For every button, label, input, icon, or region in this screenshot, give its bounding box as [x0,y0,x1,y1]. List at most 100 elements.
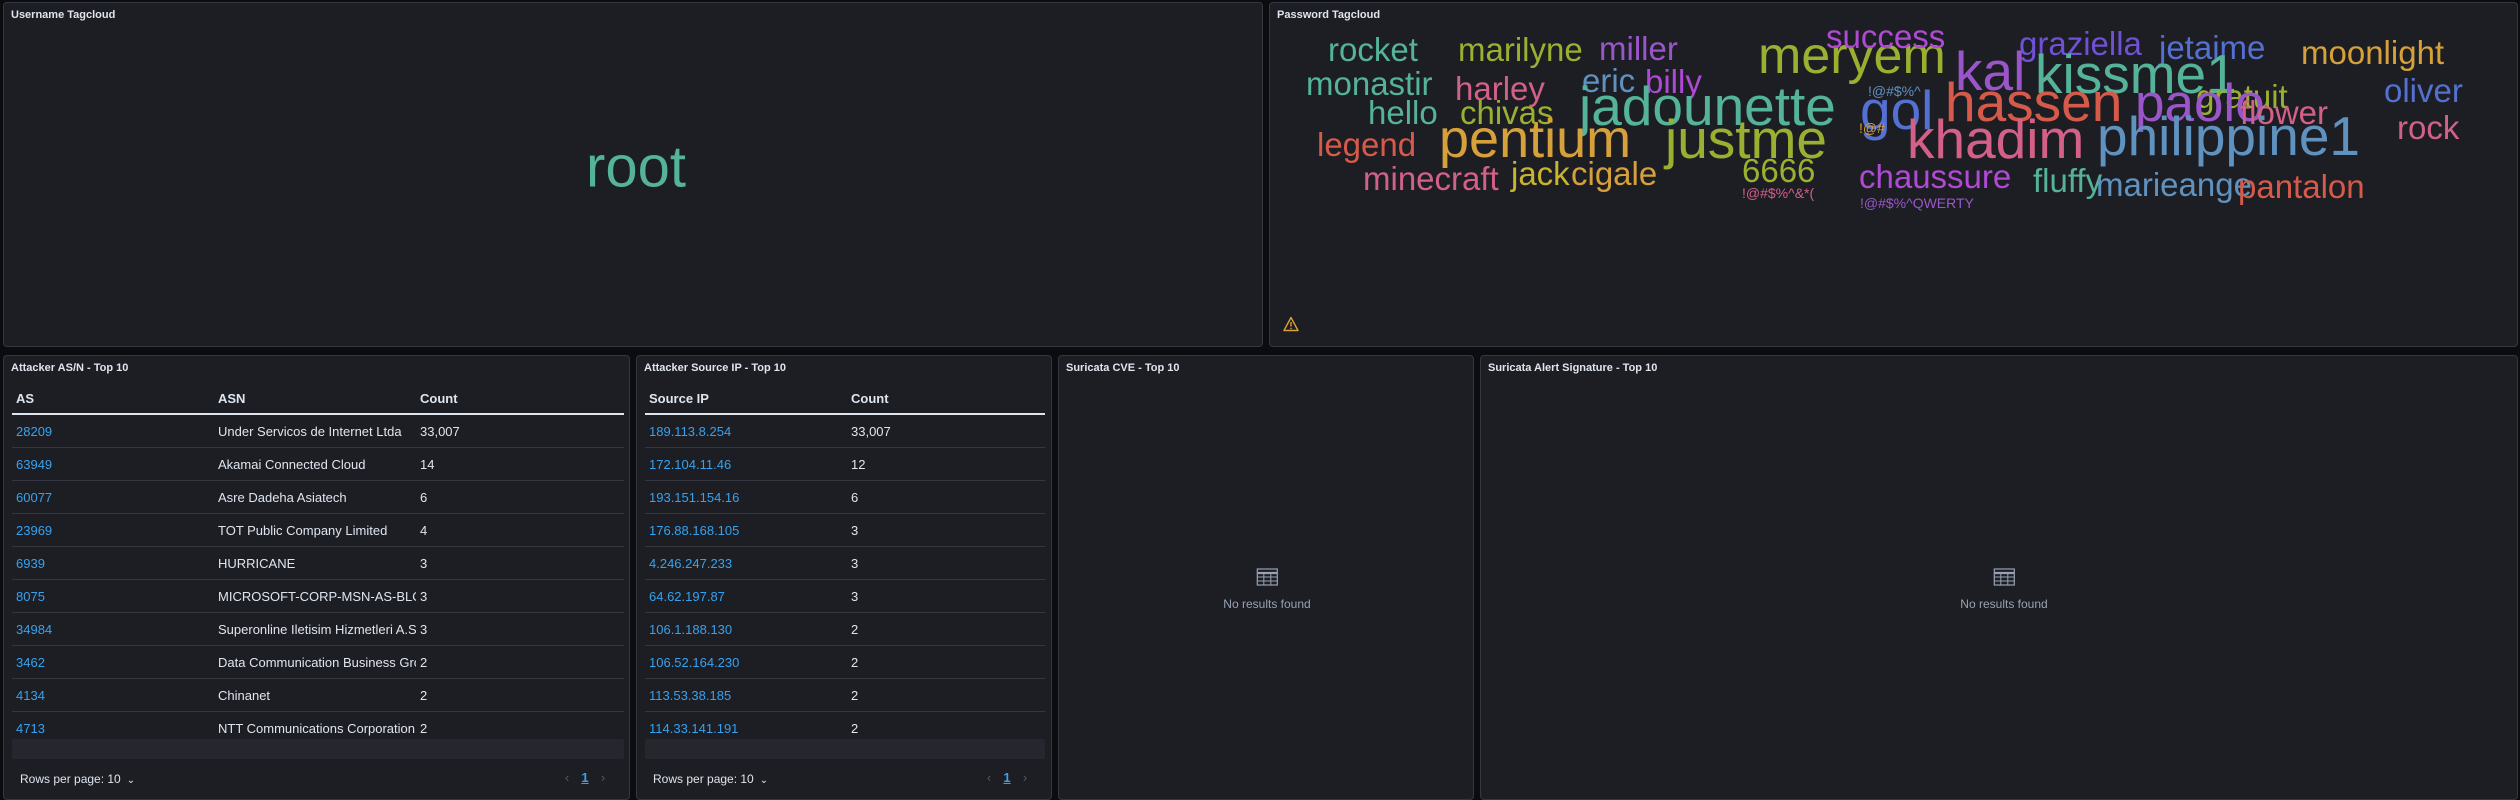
tagcloud-word[interactable]: fluffy [2033,164,2102,197]
as-number-cell[interactable]: 23969 [12,513,214,547]
tagcloud-word[interactable]: marilyne [1458,33,1583,66]
as-number-cell[interactable]: 3462 [12,645,214,679]
asn-table: AS ASN Count 28209 Under Servicos de Inte… [12,383,624,745]
empty-state: No results found [1960,568,2048,611]
table-row: 4134 Chinanet 2 [12,678,624,712]
tagcloud-word[interactable]: chaussure [1859,160,2011,193]
source-ip-cell[interactable]: 189.113.8.254 [645,414,847,448]
previous-page-icon[interactable]: ‹ [981,770,997,785]
tagcloud-word[interactable]: !@#$%^&*( [1742,186,1814,200]
as-number-cell[interactable]: 34984 [12,612,214,646]
tagcloud-word[interactable]: root [586,134,686,201]
next-page-icon[interactable]: › [595,770,611,785]
rows-per-page-label: Rows per page: 10 [653,772,754,786]
tagcloud-word[interactable]: philippine1 [2097,108,2360,164]
table-row: 60077 Asre Dadeha Asiatech 6 [12,480,624,514]
tagcloud-word[interactable]: rock [2397,111,2459,144]
column-header-count[interactable]: Count [416,383,624,415]
password-tagcloud: rocket marilyne miller meryem success graziel… [1270,3,2517,346]
asn-name-cell: Superonline Iletisim Hizmetleri A.S. [214,612,416,646]
as-number-cell[interactable]: 63949 [12,447,214,481]
tagcloud-word[interactable]: legend [1317,128,1416,161]
column-header-as[interactable]: AS [12,383,214,415]
previous-page-icon[interactable]: ‹ [559,770,575,785]
table-row: 28209 Under Servicos de Internet Ltda 33,0… [12,414,624,448]
rows-per-page-selector[interactable]: Rows per page: 10 ⌄ [653,772,768,786]
asn-name-cell: MICROSOFT-CORP-MSN-AS-BLOCK [214,579,416,613]
tagcloud-word[interactable]: success [1826,20,1945,53]
count-cell: 6 [416,480,624,514]
asn-name-cell: Data Communication Business Group [214,645,416,679]
tagcloud-word[interactable]: !@#$%^QWERTY [1860,196,1974,210]
table-row: 172.104.11.46 12 [645,447,1045,481]
count-cell: 4 [416,513,624,547]
tagcloud-word[interactable]: cigale [1571,157,1657,190]
empty-state-message: No results found [1223,597,1311,611]
suricata-cve-panel: Suricata CVE - Top 10 No results found [1058,355,1474,800]
tagcloud-word[interactable]: oliver [2384,74,2463,107]
rows-per-page-selector[interactable]: Rows per page: 10 ⌄ [20,772,135,786]
panel-title: Suricata Alert Signature - Top 10 [1488,362,1658,374]
as-number-cell[interactable]: 60077 [12,480,214,514]
tagcloud-word[interactable]: marieange [2096,168,2252,201]
tagcloud-word[interactable]: rocket [1328,33,1418,66]
column-header-source-ip[interactable]: Source IP [645,383,847,415]
horizontal-scrollbar[interactable] [12,739,624,759]
asn-name-cell: HURRICANE [214,546,416,580]
table-row: 189.113.8.254 33,007 [645,414,1045,448]
tagcloud-word[interactable]: !@# [1859,121,1885,135]
source-ip-cell[interactable]: 106.1.188.130 [645,612,847,646]
panel-title: Attacker Source IP - Top 10 [644,362,787,374]
panel-title: Username Tagcloud [11,9,116,21]
warning-icon[interactable] [1283,316,1299,332]
page-1-button[interactable]: 1 [997,770,1017,785]
column-header-count[interactable]: Count [847,383,1045,415]
count-cell: 2 [416,678,624,712]
source-ip-cell[interactable]: 172.104.11.46 [645,447,847,481]
asn-name-cell: Chinanet [214,678,416,712]
tagcloud-word[interactable]: minecraft [1363,162,1499,195]
source-ip-cell[interactable]: 176.88.168.105 [645,513,847,547]
table-row: 176.88.168.105 3 [645,513,1045,547]
source-ip-cell[interactable]: 4.246.247.233 [645,546,847,580]
panel-title: Suricata CVE - Top 10 [1066,362,1180,374]
as-number-cell[interactable]: 4134 [12,678,214,712]
empty-state: No results found [1223,568,1311,611]
tagcloud-word[interactable]: miller [1599,32,1678,65]
chevron-down-icon: ⌄ [126,775,136,786]
as-number-cell[interactable]: 6939 [12,546,214,580]
count-cell: 33,007 [416,414,624,448]
source-ip-cell[interactable]: 106.52.164.230 [645,645,847,679]
suricata-alert-signature-panel: Suricata Alert Signature - Top 10 No res… [1480,355,2518,800]
as-number-cell[interactable]: 28209 [12,414,214,448]
asn-name-cell: Asre Dadeha Asiatech [214,480,416,514]
as-number-cell[interactable]: 8075 [12,579,214,613]
count-cell: 14 [416,447,624,481]
count-cell: 3 [847,513,1045,547]
password-tagcloud-panel: Password Tagcloud rocket marilyne miller me… [1269,2,2518,347]
source-ip-cell[interactable]: 193.151.154.16 [645,480,847,514]
tagcloud-word[interactable]: 6666 [1742,154,1815,187]
table-row: 193.151.154.16 6 [645,480,1045,514]
pagination: ‹ 1 › [981,770,1033,785]
count-cell: 2 [847,678,1045,712]
source-ip-cell[interactable]: 113.53.38.185 [645,678,847,712]
table-row: 106.1.188.130 2 [645,612,1045,646]
table-row: 3462 Data Communication Business Group 2 [12,645,624,679]
page-1-button[interactable]: 1 [575,770,595,785]
tagcloud-word[interactable]: jack [1511,157,1570,190]
count-cell: 12 [847,447,1045,481]
next-page-icon[interactable]: › [1017,770,1033,785]
source-ip-cell[interactable]: 64.62.197.87 [645,579,847,613]
tagcloud-word[interactable]: hello [1368,96,1438,129]
tagcloud-word[interactable]: pantalon [2238,170,2365,203]
attacker-source-ip-panel: Attacker Source IP - Top 10 Source IP Co… [636,355,1052,800]
asn-name-cell: TOT Public Company Limited [214,513,416,547]
table-row: 23969 TOT Public Company Limited 4 [12,513,624,547]
table-row: 113.53.38.185 2 [645,678,1045,712]
pagination: ‹ 1 › [559,770,611,785]
chevron-down-icon: ⌄ [759,775,769,786]
tagcloud-word[interactable]: moonlight [2301,36,2444,69]
horizontal-scrollbar[interactable] [645,739,1045,759]
column-header-asn[interactable]: ASN [214,383,416,415]
